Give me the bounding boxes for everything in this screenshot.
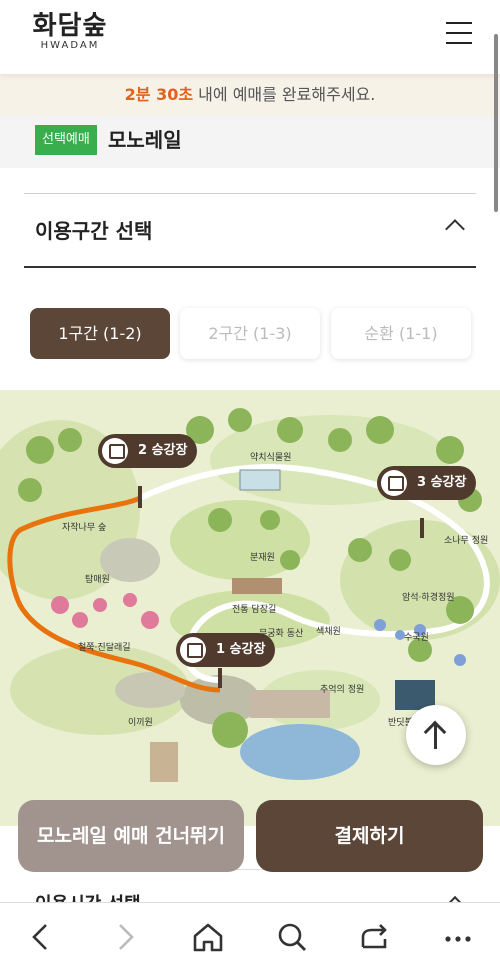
back-icon[interactable]: [22, 917, 62, 957]
logo[interactable]: 화담숲 HWADAM: [30, 10, 110, 51]
share-icon[interactable]: [354, 917, 394, 957]
map-label: 자작나무 숲: [62, 523, 107, 533]
logo-english: HWADAM: [40, 40, 100, 51]
monorail-icon: [102, 438, 128, 464]
selected-product-name: 모노레일: [108, 128, 182, 152]
skip-monorail-button[interactable]: 모노레일 예매 건너뛰기: [18, 800, 244, 872]
home-icon[interactable]: [188, 917, 228, 957]
timer-message: 내에 예매를 완료해주세요.: [193, 85, 376, 104]
map-label: 철쭉·진달래길: [78, 643, 131, 653]
map-label: 암석·하경정원: [402, 593, 455, 603]
station-3-label: 3 승강장: [417, 475, 467, 490]
route-button-1[interactable]: 1구간 (1-2): [30, 308, 170, 359]
station-1-label: 1 승강장: [216, 642, 266, 657]
timer-countdown: 2분 30초: [124, 85, 194, 104]
chevron-up-icon[interactable]: [445, 219, 465, 239]
search-icon[interactable]: [272, 917, 312, 957]
scrollbar[interactable]: [494, 34, 498, 212]
map-label: 탐매원: [85, 575, 110, 585]
section-title: 이용구간 선택: [35, 219, 153, 243]
timer-banner: 2분 30초 내에 예매를 완료해주세요.: [0, 74, 500, 116]
divider: [24, 266, 476, 268]
map-label: 무궁화 동산: [259, 629, 304, 639]
map-label: 소나무 정원: [444, 536, 489, 546]
scroll-to-top-button[interactable]: [406, 705, 466, 765]
divider: [24, 193, 476, 194]
station-3-pin[interactable]: 3 승강장: [377, 466, 477, 500]
map-label: 이끼원: [128, 718, 153, 728]
map-label: 전통 담장길: [232, 605, 277, 615]
map-label: 추억의 정원: [320, 685, 365, 695]
browser-toolbar: [0, 902, 500, 980]
hamburger-menu-icon[interactable]: [446, 22, 472, 44]
map-label: 분재원: [250, 553, 275, 563]
more-icon[interactable]: [438, 917, 478, 957]
station-2-pin[interactable]: 2 승강장: [98, 434, 198, 468]
page: 화담숲 HWADAM 2분 30초 내에 예매를 완료해주세요. 선택예매 모노…: [0, 0, 500, 980]
logo-korean: 화담숲: [32, 11, 108, 41]
map-label: 약치식물원: [250, 453, 292, 463]
monorail-icon: [381, 470, 407, 496]
selected-product-row: 선택예매 모노레일: [0, 116, 500, 168]
station-2-label: 2 승강장: [138, 443, 188, 458]
header: 화담숲 HWADAM: [0, 0, 500, 74]
selected-badge: 선택예매: [35, 125, 97, 155]
map-label: 수국원: [404, 633, 429, 643]
route-button-2[interactable]: 2구간 (1-3): [180, 308, 320, 359]
map-label: 색채원: [316, 627, 341, 637]
forward-icon[interactable]: [104, 917, 144, 957]
monorail-icon: [180, 637, 206, 663]
pay-button[interactable]: 결제하기: [256, 800, 483, 872]
route-button-3[interactable]: 순환 (1-1): [331, 308, 471, 359]
